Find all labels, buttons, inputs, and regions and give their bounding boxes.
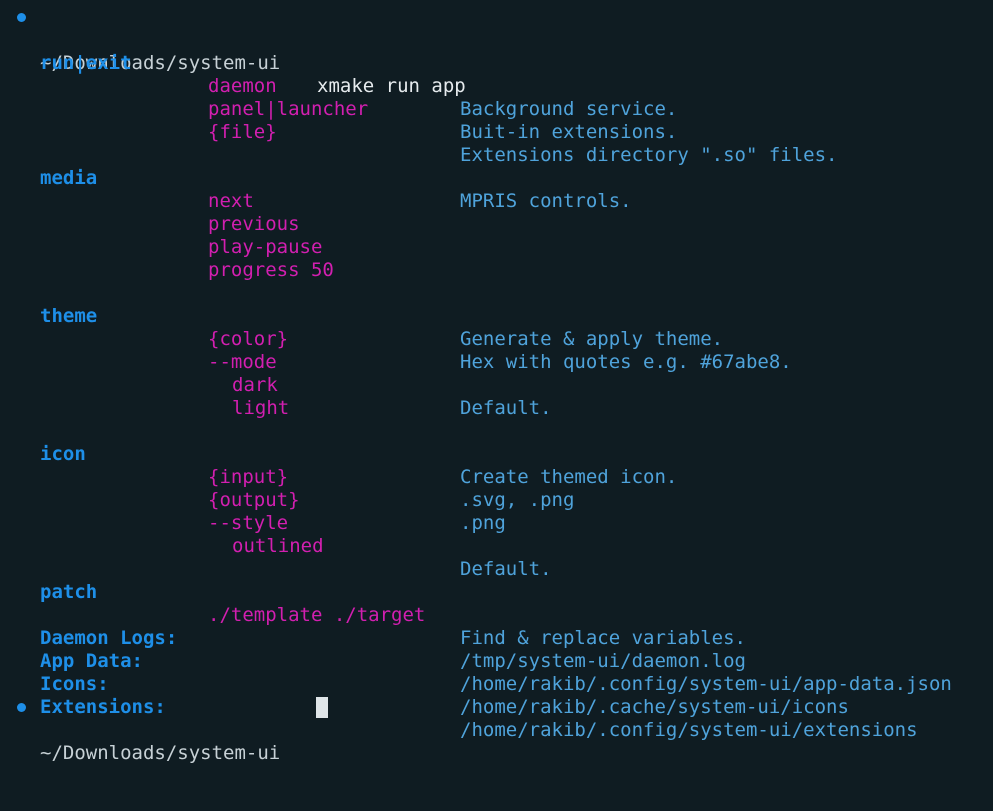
- help-row: outlined Default.: [0, 512, 993, 580]
- help-row: theme Generate & apply theme.: [0, 282, 993, 350]
- help-row: {input} .svg, .png: [0, 443, 993, 511]
- help-row: icon Create themed icon.: [0, 420, 993, 488]
- help-row: --style: [0, 489, 993, 534]
- help-row: light: [0, 374, 993, 419]
- prompt-indicator-icon: [17, 703, 26, 712]
- prompt-indicator-icon: [17, 13, 26, 22]
- help-row: {file} Extensions directory ".so" files.: [0, 98, 993, 166]
- help-row: next: [0, 167, 993, 212]
- help-row: progress 50: [0, 236, 993, 281]
- help-row: panel|launcher Buit-in extensions.: [0, 75, 993, 143]
- help-row: --mode: [0, 328, 993, 373]
- help-row: previous: [0, 190, 993, 235]
- path-row: App Data: /home/rakib/.config/system-ui/…: [0, 627, 993, 695]
- help-row: patch ./template ./target Find & replace…: [0, 558, 993, 649]
- help-row: media MPRIS controls.: [0, 144, 993, 212]
- terminal-output: ~/Downloads/system-ui xmake run app run|…: [0, 6, 993, 764]
- help-row: daemon Background service.: [0, 52, 993, 120]
- help-row: run|exit: [0, 29, 993, 74]
- prompt-line[interactable]: ~/Downloads/system-ui: [0, 696, 993, 764]
- prompt-line: ~/Downloads/system-ui xmake run app: [0, 6, 993, 97]
- path-row: Icons: /home/rakib/.cache/system-ui/icon…: [0, 650, 993, 718]
- prompt-path: ~/Downloads/system-ui: [40, 742, 281, 764]
- help-row: {color} Hex with quotes e.g. #67abe8.: [0, 305, 993, 373]
- help-row: {output} .png: [0, 466, 993, 534]
- help-row: play-pause: [0, 213, 993, 258]
- help-row: dark Default.: [0, 351, 993, 419]
- path-row: Daemon Logs: /tmp/system-ui/daemon.log: [0, 604, 993, 672]
- path-row: Extensions: /home/rakib/.config/system-u…: [0, 673, 993, 741]
- path-value: /home/rakib/.config/system-ui/extensions: [460, 719, 918, 741]
- text-cursor[interactable]: [316, 697, 328, 718]
